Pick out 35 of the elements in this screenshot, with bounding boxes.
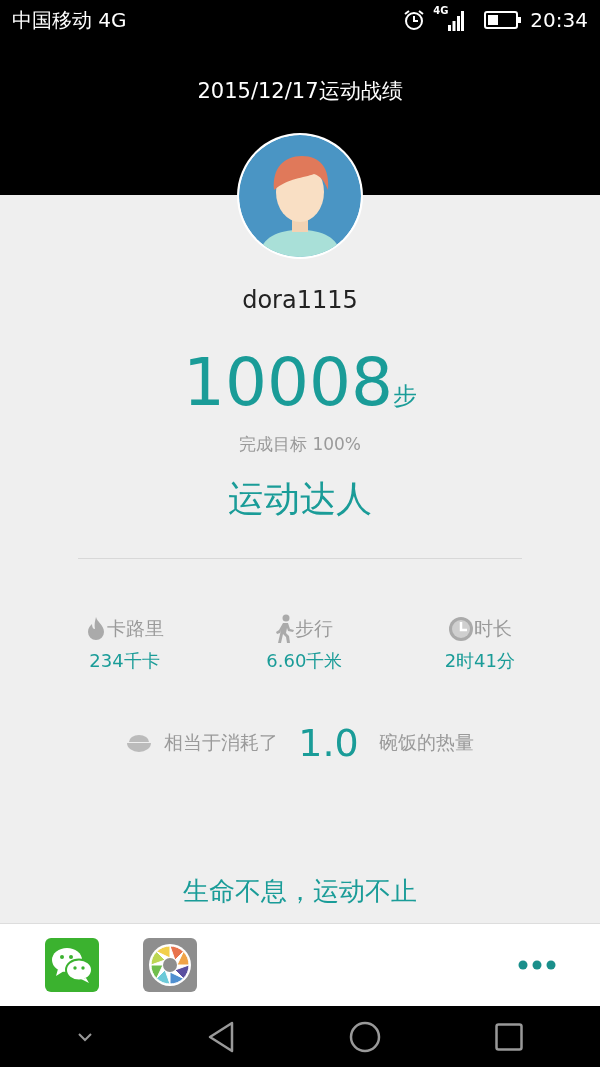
username: dora1115 bbox=[242, 285, 358, 316]
clock-icon bbox=[447, 615, 474, 642]
equivalent-suffix: 碗饭的热量 bbox=[378, 730, 474, 756]
rice-bowl-count: 1.0 bbox=[298, 723, 359, 762]
step-unit: 步 bbox=[393, 381, 417, 412]
stat-label: 时长 bbox=[473, 616, 512, 642]
chevron-down-icon[interactable] bbox=[77, 1031, 93, 1042]
page-title: 2015/12/17运动战绩 bbox=[197, 78, 403, 105]
equivalent-prefix: 相当于消耗了 bbox=[164, 730, 279, 756]
signal-icon bbox=[448, 9, 465, 31]
recent-apps-icon[interactable] bbox=[495, 1022, 523, 1051]
aperture-icon bbox=[148, 943, 192, 987]
battery-icon bbox=[484, 10, 523, 30]
stat-value: 234千卡 bbox=[89, 648, 160, 673]
step-count: 10008 bbox=[183, 350, 393, 416]
clock-time: 20:34 bbox=[530, 7, 588, 34]
chat-app-button[interactable] bbox=[45, 938, 99, 992]
stat-label: 卡路里 bbox=[107, 616, 164, 642]
chat-bubbles-icon bbox=[50, 945, 94, 985]
goal-text: 完成目标 100% bbox=[239, 433, 361, 456]
network-type-text: 4G bbox=[433, 6, 449, 16]
stat-value: 2时41分 bbox=[444, 648, 515, 673]
camera-app-button[interactable] bbox=[143, 938, 197, 992]
rice-bowl-icon bbox=[126, 732, 153, 753]
back-icon[interactable] bbox=[207, 1020, 235, 1053]
carrier-text: 中国移动 4G bbox=[12, 7, 127, 34]
more-icon bbox=[518, 960, 556, 970]
stat-label: 步行 bbox=[295, 616, 334, 642]
stat-value: 6.60千米 bbox=[266, 648, 343, 673]
alarm-clock-icon bbox=[403, 9, 426, 31]
walking-person-icon bbox=[275, 613, 296, 644]
flame-icon bbox=[85, 615, 107, 642]
rank-title: 运动达人 bbox=[228, 476, 372, 521]
home-icon[interactable] bbox=[349, 1020, 381, 1053]
tagline: 生命不息，运动不止 bbox=[183, 875, 417, 908]
